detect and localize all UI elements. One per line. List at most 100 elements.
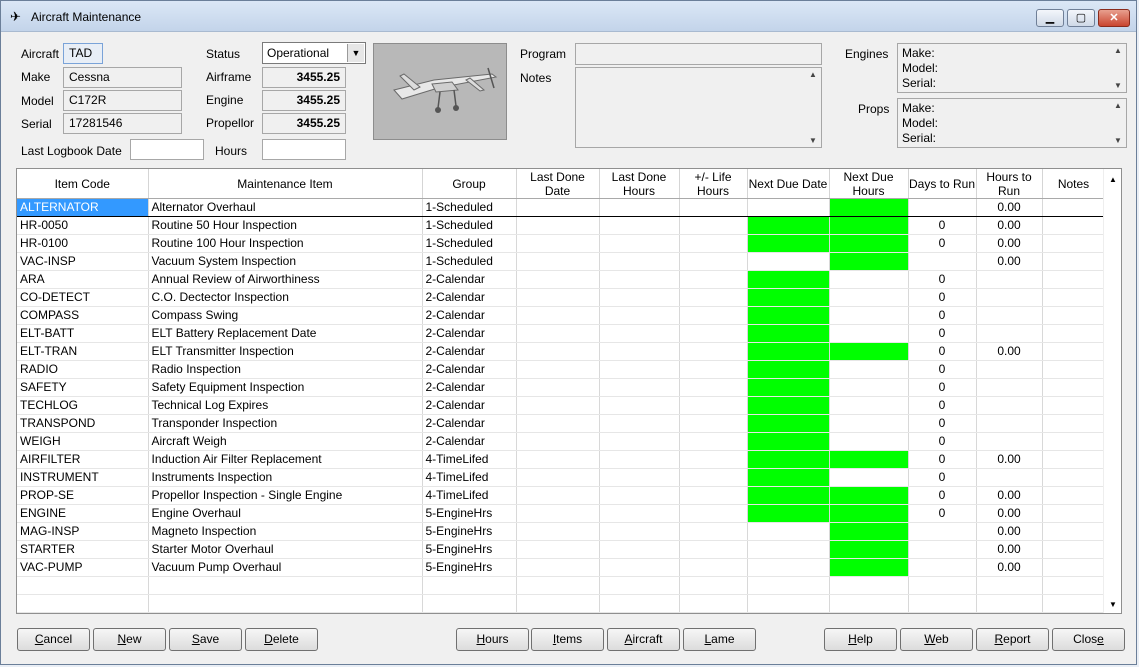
cell-last-done-date[interactable] <box>516 270 600 289</box>
cell-next-due-hours[interactable] <box>829 504 909 523</box>
cell-notes[interactable] <box>1042 432 1106 451</box>
cell-group[interactable]: 2-Calendar <box>422 432 517 451</box>
cell-hours-to-run[interactable]: 0.00 <box>976 252 1043 271</box>
cell-empty[interactable] <box>679 576 748 595</box>
cell-life-hours[interactable] <box>679 414 748 433</box>
cell-empty[interactable] <box>148 576 423 595</box>
cell-empty[interactable] <box>1042 594 1106 613</box>
table-row[interactable]: RADIO Radio Inspection 2-Calendar 0 <box>17 360 1106 379</box>
cell-days-to-run[interactable]: 0 <box>908 324 977 343</box>
header-last-done-hours[interactable]: Last Done Hours <box>599 169 680 199</box>
header-hours-to-run[interactable]: Hours to Run <box>976 169 1043 199</box>
cell-next-due-date[interactable] <box>747 504 830 523</box>
cell-notes[interactable] <box>1042 468 1106 487</box>
cell-hours-to-run[interactable]: 0.00 <box>976 234 1043 253</box>
header-days-to-run[interactable]: Days to Run <box>908 169 977 199</box>
aircraft-button[interactable]: Aircraft <box>607 628 680 651</box>
items-button[interactable]: Items <box>531 628 604 651</box>
cell-item-code[interactable]: VAC-INSP <box>17 252 149 271</box>
cell-next-due-hours[interactable] <box>829 486 909 505</box>
cell-hours-to-run[interactable] <box>976 360 1043 379</box>
cell-next-due-hours[interactable] <box>829 306 909 325</box>
cell-notes[interactable] <box>1042 288 1106 307</box>
cell-empty[interactable] <box>17 594 149 613</box>
cell-hours-to-run[interactable] <box>976 324 1043 343</box>
table-row[interactable]: SAFETY Safety Equipment Inspection 2-Calen… <box>17 378 1106 397</box>
scroll-up-icon[interactable]: ▲ <box>1114 101 1122 110</box>
cell-empty[interactable] <box>599 576 680 595</box>
cell-last-done-date[interactable] <box>516 198 600 217</box>
cell-next-due-date[interactable] <box>747 288 830 307</box>
engine-hours-field[interactable]: 3455.25 <box>262 90 346 111</box>
cell-next-due-date[interactable] <box>747 216 830 235</box>
make-field[interactable]: Cessna <box>63 67 182 88</box>
program-field[interactable] <box>575 43 822 65</box>
cell-next-due-date[interactable] <box>747 342 830 361</box>
table-row[interactable]: ARA Annual Review of Airworthiness 2-Calen… <box>17 270 1106 289</box>
notes-scrollbar[interactable]: ▲ ▼ <box>805 68 821 147</box>
minimize-button[interactable]: ▁ <box>1036 9 1064 27</box>
cell-next-due-hours[interactable] <box>829 378 909 397</box>
cell-last-done-hours[interactable] <box>599 486 680 505</box>
hours-field[interactable] <box>262 139 346 160</box>
cell-group[interactable]: 2-Calendar <box>422 324 517 343</box>
hours-button[interactable]: Hours <box>456 628 529 651</box>
status-select[interactable]: Operational ▼ <box>262 42 366 64</box>
cell-empty[interactable] <box>17 576 149 595</box>
cell-next-due-hours[interactable] <box>829 396 909 415</box>
cell-last-done-hours[interactable] <box>599 396 680 415</box>
cell-group[interactable]: 1-Scheduled <box>422 216 517 235</box>
cell-maintenance-item[interactable]: Vacuum Pump Overhaul <box>148 558 423 577</box>
engines-scrollbar[interactable]: ▲ ▼ <box>1110 44 1126 92</box>
cell-notes[interactable] <box>1042 216 1106 235</box>
cell-last-done-hours[interactable] <box>599 288 680 307</box>
cell-next-due-date[interactable] <box>747 324 830 343</box>
cell-days-to-run[interactable]: 0 <box>908 504 977 523</box>
cell-hours-to-run[interactable] <box>976 378 1043 397</box>
cell-maintenance-item[interactable]: Aircraft Weigh <box>148 432 423 451</box>
cell-group[interactable]: 5-EngineHrs <box>422 522 517 541</box>
cell-group[interactable]: 2-Calendar <box>422 270 517 289</box>
cell-notes[interactable] <box>1042 324 1106 343</box>
cell-next-due-date[interactable] <box>747 486 830 505</box>
cell-last-done-hours[interactable] <box>599 378 680 397</box>
scroll-down-icon[interactable]: ▼ <box>1114 81 1122 90</box>
cell-maintenance-item[interactable]: ELT Transmitter Inspection <box>148 342 423 361</box>
cell-days-to-run[interactable]: 0 <box>908 396 977 415</box>
cell-last-done-date[interactable] <box>516 450 600 469</box>
cell-item-code[interactable]: HR-0050 <box>17 216 149 235</box>
cell-last-done-hours[interactable] <box>599 324 680 343</box>
table-row[interactable]: VAC-INSP Vacuum System Inspection 1-Schedu… <box>17 252 1106 271</box>
cell-last-done-hours[interactable] <box>599 414 680 433</box>
cell-notes[interactable] <box>1042 522 1106 541</box>
cell-days-to-run[interactable]: 0 <box>908 234 977 253</box>
propellor-hours-field[interactable]: 3455.25 <box>262 113 346 134</box>
cell-group[interactable]: 2-Calendar <box>422 306 517 325</box>
cell-notes[interactable] <box>1042 450 1106 469</box>
cell-next-due-date[interactable] <box>747 396 830 415</box>
table-row[interactable]: VAC-PUMP Vacuum Pump Overhaul 5-EngineHrs 0… <box>17 558 1106 577</box>
cell-next-due-date[interactable] <box>747 360 830 379</box>
cell-item-code[interactable]: TECHLOG <box>17 396 149 415</box>
cell-group[interactable]: 2-Calendar <box>422 414 517 433</box>
scroll-up-icon[interactable]: ▲ <box>809 70 817 79</box>
close-button[interactable]: Close <box>1052 628 1125 651</box>
aircraft-field[interactable]: TAD <box>63 43 103 64</box>
cell-item-code[interactable]: ELT-TRAN <box>17 342 149 361</box>
cell-item-code[interactable]: HR-0100 <box>17 234 149 253</box>
aircraft-photo[interactable] <box>373 43 507 140</box>
cell-last-done-date[interactable] <box>516 234 600 253</box>
cell-days-to-run[interactable]: 0 <box>908 468 977 487</box>
cell-last-done-date[interactable] <box>516 342 600 361</box>
cell-notes[interactable] <box>1042 558 1106 577</box>
cell-item-code[interactable]: SAFETY <box>17 378 149 397</box>
cell-item-code[interactable]: WEIGH <box>17 432 149 451</box>
cell-next-due-hours[interactable] <box>829 522 909 541</box>
close-window-button[interactable]: ✕ <box>1098 9 1130 27</box>
cell-notes[interactable] <box>1042 540 1106 559</box>
cell-maintenance-item[interactable]: Vacuum System Inspection <box>148 252 423 271</box>
cell-empty[interactable] <box>976 594 1043 613</box>
cell-notes[interactable] <box>1042 198 1106 217</box>
cell-next-due-hours[interactable] <box>829 288 909 307</box>
cell-next-due-hours[interactable] <box>829 432 909 451</box>
